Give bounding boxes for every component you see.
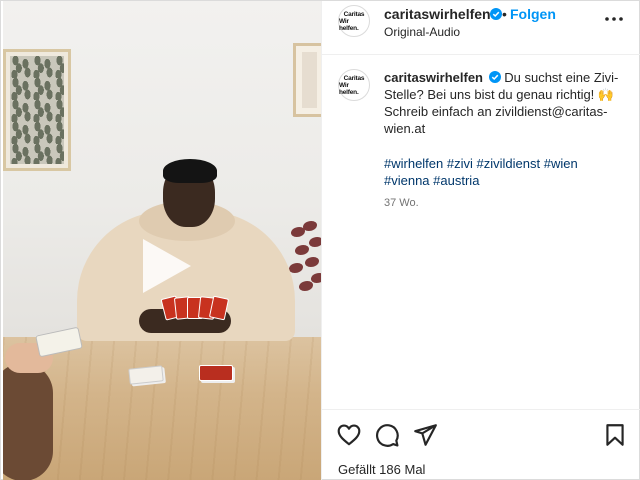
player-arm-left bbox=[3, 363, 53, 480]
wall-picture-left bbox=[3, 49, 71, 171]
avatar[interactable]: Caritas Wir helfen. bbox=[338, 5, 370, 37]
hashtag-link[interactable]: #wirhelfen bbox=[384, 156, 443, 171]
avatar-text-line1: Caritas bbox=[343, 10, 365, 18]
post-timestamp[interactable]: 37 Wo. bbox=[384, 197, 419, 209]
post-header: Caritas Wir helfen. caritaswirhelfen • F… bbox=[322, 1, 640, 55]
heart-icon[interactable] bbox=[336, 422, 362, 448]
wall-picture-right bbox=[293, 43, 321, 117]
header-username[interactable]: caritaswirhelfen bbox=[384, 6, 491, 22]
video-player[interactable] bbox=[3, 1, 321, 480]
bookmark-icon[interactable] bbox=[602, 422, 628, 448]
play-icon[interactable] bbox=[137, 235, 195, 297]
comment-icon[interactable] bbox=[374, 422, 400, 448]
audio-label[interactable]: Original-Audio bbox=[384, 25, 460, 39]
hashtag-link[interactable]: #zivildienst bbox=[477, 156, 541, 171]
more-horizontal-icon[interactable] bbox=[604, 9, 624, 29]
header-separator: • bbox=[502, 6, 507, 22]
hashtag-link[interactable]: #zivi bbox=[447, 156, 473, 171]
playing-cards-held bbox=[160, 295, 233, 321]
post-dialog: Caritas Wir helfen. caritaswirhelfen • F… bbox=[0, 0, 640, 480]
caption-avatar[interactable]: Caritas Wir helfen. bbox=[338, 69, 370, 101]
follow-button[interactable]: Folgen bbox=[510, 6, 556, 22]
hashtag-link[interactable]: #austria bbox=[433, 173, 479, 188]
caption-verified-icon bbox=[488, 71, 501, 83]
hashtag-list: #wirhelfen #zivi #zivildienst #wien #vie… bbox=[384, 155, 624, 189]
likes-count[interactable]: Gefällt 186 Mal bbox=[338, 462, 425, 477]
post-side-panel: Caritas Wir helfen. caritaswirhelfen • F… bbox=[321, 1, 640, 480]
action-bar: Gefällt 186 Mal bbox=[322, 409, 640, 480]
caption-text: caritaswirhelfen Du suchst eine Zivi-Ste… bbox=[384, 69, 624, 137]
caption-username[interactable]: caritaswirhelfen bbox=[384, 70, 483, 85]
verified-badge-icon bbox=[490, 8, 502, 20]
hashtag-link[interactable]: #wien bbox=[544, 156, 578, 171]
send-icon[interactable] bbox=[412, 422, 438, 448]
card-deck bbox=[199, 365, 233, 381]
avatar-text-line2: Wir helfen. bbox=[339, 17, 359, 32]
hashtag-link[interactable]: #vienna bbox=[384, 173, 430, 188]
caption-avatar-text-line1: Caritas bbox=[343, 74, 365, 82]
caption-avatar-text-line2: Wir helfen. bbox=[339, 81, 359, 96]
